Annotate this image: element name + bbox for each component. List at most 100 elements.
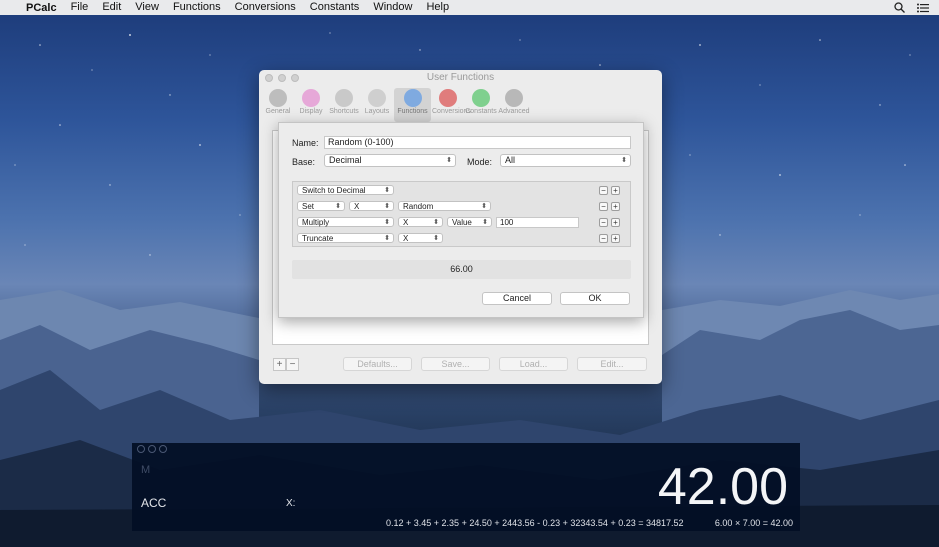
popup-arrows-icon: ⬍ bbox=[384, 203, 390, 210]
remove-action-button[interactable]: − bbox=[599, 186, 608, 195]
zoom-window-button[interactable] bbox=[291, 74, 299, 82]
preferences-toolbar: General Display Shortcuts Layouts Functions C… bbox=[259, 88, 662, 122]
function-actions-list: Switch to Decimal ⬍ − + Set ⬍ X ⬍ Random ⬍ −… bbox=[292, 181, 631, 247]
remove-action-button[interactable]: − bbox=[599, 234, 608, 243]
action-row: Multiply ⬍ X ⬍ Value ⬍ 100 − + bbox=[297, 217, 628, 228]
popup-arrows-icon: ⬍ bbox=[335, 203, 341, 210]
paper-tape: 0.12 + 3.45 + 2.35 + 24.50 + 2443.56 - 0… bbox=[386, 518, 684, 528]
menu-window[interactable]: Window bbox=[373, 0, 412, 15]
action-type-popup[interactable]: Set ⬍ bbox=[297, 201, 345, 211]
action-type-popup[interactable]: Truncate ⬍ bbox=[297, 233, 394, 243]
last-calculation: 6.00 × 7.00 = 42.00 bbox=[714, 518, 793, 528]
toolbar-advanced[interactable]: Advanced bbox=[498, 88, 530, 122]
add-function-button[interactable]: + bbox=[273, 357, 286, 371]
toolbar-display[interactable]: Display bbox=[295, 88, 327, 122]
toolbar-functions[interactable]: Functions bbox=[394, 88, 431, 122]
action-type-popup[interactable]: Switch to Decimal ⬍ bbox=[297, 185, 394, 195]
operand-value: Value bbox=[452, 218, 472, 227]
toolbar-label: Shortcuts bbox=[329, 108, 359, 115]
mode-label: Mode: bbox=[467, 157, 493, 167]
display-icon bbox=[302, 89, 320, 107]
menu-conversions[interactable]: Conversions bbox=[235, 0, 296, 15]
action-row: Truncate ⬍ X ⬍ − + bbox=[297, 233, 628, 244]
menu-constants[interactable]: Constants bbox=[310, 0, 360, 15]
menu-help[interactable]: Help bbox=[426, 0, 449, 15]
minimize-window-button[interactable] bbox=[278, 74, 286, 82]
edit-function-sheet: Name: Random (0-100) Base: Decimal ⬍ Mod… bbox=[278, 122, 644, 318]
remove-action-button[interactable]: − bbox=[599, 218, 608, 227]
action-type-value: Multiply bbox=[302, 218, 330, 227]
action-row: Switch to Decimal ⬍ − + bbox=[297, 185, 628, 196]
value-field[interactable]: 100 bbox=[496, 217, 579, 228]
spotlight-search-icon[interactable] bbox=[894, 2, 905, 13]
menu-file[interactable]: File bbox=[71, 0, 89, 15]
register-value: X bbox=[403, 234, 409, 243]
layouts-icon bbox=[368, 89, 386, 107]
toolbar-general[interactable]: General bbox=[262, 88, 294, 122]
popup-arrows-icon: ⬍ bbox=[433, 219, 439, 226]
toolbar-label: Advanced bbox=[498, 108, 530, 115]
toolbar-layouts[interactable]: Layouts bbox=[361, 88, 393, 122]
register-popup[interactable]: X ⬍ bbox=[398, 233, 443, 243]
close-window-button[interactable] bbox=[265, 74, 273, 82]
action-type-value: Set bbox=[302, 202, 315, 211]
display-value: 42.00 bbox=[657, 458, 788, 516]
gear-icon bbox=[505, 89, 523, 107]
toolbar-label: Layouts bbox=[364, 108, 390, 115]
base-popup-value: Decimal bbox=[329, 155, 362, 165]
operand-popup[interactable]: Value ⬍ bbox=[447, 217, 492, 227]
base-popup[interactable]: Decimal ⬍ bbox=[324, 154, 456, 167]
popup-arrows-icon: ⬍ bbox=[482, 219, 488, 226]
popup-arrows-icon: ⬍ bbox=[433, 235, 439, 242]
add-action-button[interactable]: + bbox=[611, 202, 620, 211]
remove-action-button[interactable]: − bbox=[599, 202, 608, 211]
menu-view[interactable]: View bbox=[135, 0, 159, 15]
zoom-window-button[interactable] bbox=[159, 445, 167, 453]
toolbar-shortcuts[interactable]: Shortcuts bbox=[328, 88, 360, 122]
ok-button[interactable]: OK bbox=[560, 292, 630, 305]
load-button[interactable]: Load... bbox=[499, 357, 568, 371]
defaults-button[interactable]: Defaults... bbox=[343, 357, 412, 371]
menu-app-name[interactable]: PCalc bbox=[26, 2, 57, 14]
acc-label: ACC bbox=[141, 496, 167, 510]
register-popup[interactable]: X ⬍ bbox=[349, 201, 394, 211]
toolbar-label: Constants bbox=[465, 108, 497, 115]
list-controls: + − Defaults... Save... Load... Edit... bbox=[273, 357, 648, 371]
cancel-button[interactable]: Cancel bbox=[482, 292, 552, 305]
register-popup[interactable]: X ⬍ bbox=[398, 217, 443, 227]
window-title: User Functions bbox=[426, 72, 495, 83]
operand-popup[interactable]: Random ⬍ bbox=[398, 201, 491, 211]
window-titlebar: User Functions bbox=[259, 70, 662, 88]
add-action-button[interactable]: + bbox=[611, 234, 620, 243]
functions-icon bbox=[403, 89, 422, 107]
memory-indicator: M bbox=[141, 464, 151, 476]
menu-functions[interactable]: Functions bbox=[173, 0, 221, 15]
add-action-button[interactable]: + bbox=[611, 218, 620, 227]
popup-arrows-icon: ⬍ bbox=[384, 219, 390, 226]
minimize-window-button[interactable] bbox=[148, 445, 156, 453]
add-action-button[interactable]: + bbox=[611, 186, 620, 195]
conversions-icon bbox=[439, 89, 457, 107]
action-row: Set ⬍ X ⬍ Random ⬍ − + bbox=[297, 201, 628, 212]
popup-arrows-icon: ⬍ bbox=[446, 157, 452, 164]
save-button[interactable]: Save... bbox=[421, 357, 490, 371]
toolbar-constants[interactable]: Constants bbox=[465, 88, 497, 122]
mode-popup-value: All bbox=[505, 155, 516, 165]
toolbar-label: Functions bbox=[397, 108, 428, 115]
remove-function-button[interactable]: − bbox=[286, 357, 299, 371]
edit-button[interactable]: Edit... bbox=[577, 357, 647, 371]
name-label: Name: bbox=[292, 138, 319, 148]
menu-edit[interactable]: Edit bbox=[102, 0, 121, 15]
mode-popup[interactable]: All ⬍ bbox=[500, 154, 631, 167]
toolbar-conversions[interactable]: Conversions bbox=[432, 88, 471, 122]
close-window-button[interactable] bbox=[137, 445, 145, 453]
constants-icon bbox=[472, 89, 490, 107]
notification-center-icon[interactable] bbox=[917, 3, 929, 13]
register-value: X bbox=[354, 202, 360, 211]
popup-arrows-icon: ⬍ bbox=[384, 235, 390, 242]
action-type-popup[interactable]: Multiply ⬍ bbox=[297, 217, 394, 227]
toolbar-label: Display bbox=[299, 108, 323, 115]
keyboard-icon bbox=[335, 89, 353, 107]
action-type-value: Truncate bbox=[302, 234, 334, 243]
function-name-field[interactable]: Random (0-100) bbox=[324, 136, 631, 149]
